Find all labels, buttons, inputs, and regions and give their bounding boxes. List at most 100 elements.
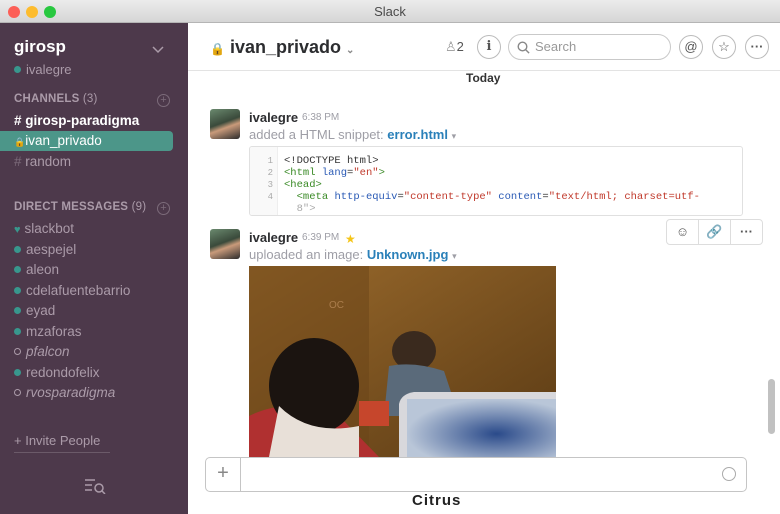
direct-messages-heading[interactable]: DIRECT MESSAGES (9) — [14, 201, 146, 213]
avatar[interactable] — [210, 109, 240, 139]
channel-title-text: ivan_privado — [229, 37, 342, 57]
team-name[interactable]: girosp — [14, 37, 66, 57]
online-status-icon — [14, 369, 21, 376]
code-content: <!DOCTYPE html> <html lang="en"> <head> … — [284, 155, 700, 215]
person-icon: ♙ — [445, 39, 457, 54]
dm-label: redondofelix — [26, 365, 100, 380]
invite-people-button[interactable]: + Invite People — [14, 433, 110, 453]
scrollbar[interactable] — [768, 379, 775, 434]
window-title: Slack — [374, 4, 406, 19]
message-text: added a HTML snippet: error.html ▾ — [249, 127, 456, 142]
add-dm-icon[interactable]: + — [157, 202, 170, 215]
add-reaction-icon[interactable]: ☺ — [667, 220, 699, 244]
line-numbers: 1 2 3 4 — [250, 147, 278, 215]
dm-item-eyad[interactable]: eyad — [14, 301, 55, 321]
dm-item-rvosparadigma[interactable]: rvosparadigma — [14, 383, 115, 403]
channel-header: 🔒 ivan_privado ⌄ ♙2 i Search @ ☆ ··· — [188, 23, 780, 71]
star-icon[interactable]: ☆ — [712, 35, 736, 59]
channel-title[interactable]: 🔒 ivan_privado ⌄ — [210, 37, 354, 58]
channels-heading[interactable]: CHANNELS (3) — [14, 93, 98, 105]
message-input[interactable]: + — [205, 457, 747, 492]
dm-label: slackbot — [24, 221, 75, 236]
code-snippet[interactable]: 1 2 3 4 <!DOCTYPE html> <html lang="en"> <h… — [249, 146, 743, 216]
member-count-button[interactable]: ♙2 — [445, 39, 464, 55]
away-status-icon — [14, 389, 21, 396]
channel-label: girosp-paradigma — [25, 113, 140, 128]
link-icon[interactable]: 🔗 — [699, 220, 731, 244]
away-status-icon — [14, 348, 21, 355]
channels-count: (3) — [82, 93, 98, 105]
lock-icon: 🔒 — [14, 137, 26, 147]
line-number: 1 — [267, 156, 273, 166]
caret-down-icon[interactable]: ▾ — [452, 131, 457, 141]
zoom-window-button[interactable] — [44, 6, 56, 18]
lock-icon: 🔒 — [210, 42, 225, 56]
current-user-name: ivalegre — [26, 62, 72, 77]
file-link[interactable]: Unknown.jpg — [367, 247, 449, 262]
channel-label: ivan_privado — [25, 133, 102, 148]
sidebar-item-ivan-privado[interactable]: 🔒ivan_privado — [0, 131, 173, 151]
more-icon[interactable]: ··· — [745, 35, 769, 59]
line-number: 4 — [267, 192, 273, 202]
dm-item-slackbot[interactable]: ♥ slackbot — [14, 219, 74, 239]
channels-heading-label: CHANNELS — [14, 93, 80, 105]
minimize-window-button[interactable] — [26, 6, 38, 18]
dm-label: pfalcon — [26, 344, 70, 359]
search-placeholder: Search — [535, 39, 577, 54]
online-status-icon — [14, 266, 21, 273]
message-action: added a HTML snippet: — [249, 127, 384, 142]
message-text: uploaded an image: Unknown.jpg ▾ — [249, 247, 457, 262]
chevron-down-icon[interactable] — [152, 43, 164, 55]
message-author[interactable]: ivalegre — [249, 110, 298, 125]
main-pane: 🔒 ivan_privado ⌄ ♙2 i Search @ ☆ ··· Tod… — [188, 23, 780, 514]
mentions-icon[interactable]: @ — [679, 35, 703, 59]
dm-label: aleon — [26, 262, 60, 277]
day-divider: Today — [454, 71, 513, 85]
dm-item-pfalcon[interactable]: pfalcon — [14, 342, 70, 362]
search-icon — [517, 41, 530, 54]
dm-label: mzaforas — [26, 324, 82, 339]
message-author[interactable]: ivalegre — [249, 230, 298, 245]
online-status-icon — [14, 246, 21, 253]
dm-label: cdelafuentebarrio — [26, 283, 131, 298]
sidebar-item-random[interactable]: # random — [14, 152, 71, 172]
message-actions-bar: ☺ 🔗 ··· — [666, 219, 763, 245]
online-status-icon — [14, 328, 21, 335]
more-actions-icon[interactable]: ··· — [731, 220, 762, 244]
chevron-down-icon: ⌄ — [346, 45, 355, 56]
online-status-icon — [14, 287, 21, 294]
online-status-icon — [14, 66, 21, 73]
quick-switcher-icon[interactable] — [84, 478, 106, 494]
info-icon[interactable]: i — [477, 35, 501, 59]
message-timestamp[interactable]: 6:39 PM — [302, 232, 339, 243]
line-number: 2 — [267, 168, 273, 178]
caret-down-icon[interactable]: ▾ — [452, 251, 457, 261]
hash-icon: # — [14, 113, 22, 128]
avatar[interactable] — [210, 229, 240, 259]
dm-item-mzaforas[interactable]: mzaforas — [14, 322, 82, 342]
sidebar-item-girosp-paradigma[interactable]: # girosp-paradigma — [14, 111, 139, 131]
dm-item-aleon[interactable]: aleon — [14, 260, 59, 280]
message-timestamp[interactable]: 6:38 PM — [302, 112, 339, 123]
dm-item-redondofelix[interactable]: redondofelix — [14, 363, 100, 383]
member-count: 2 — [456, 39, 464, 54]
dm-label: aespejel — [26, 242, 77, 257]
file-link[interactable]: error.html — [387, 127, 448, 142]
line-number: 3 — [267, 180, 273, 190]
add-channel-icon[interactable]: + — [157, 94, 170, 107]
online-status-icon — [14, 307, 21, 314]
dm-item-aespejel[interactable]: aespejel — [14, 240, 76, 260]
photo-content: OC — [249, 266, 556, 457]
search-input[interactable]: Search — [508, 34, 671, 60]
emoji-icon[interactable] — [722, 467, 736, 481]
attach-plus-icon[interactable]: + — [206, 458, 241, 491]
hash-icon: # — [14, 154, 22, 169]
current-user[interactable]: ivalegre — [14, 62, 72, 77]
close-window-button[interactable] — [8, 6, 20, 18]
starred-icon[interactable]: ★ — [345, 232, 356, 246]
message-action: uploaded an image: — [249, 247, 364, 262]
dm-label: eyad — [26, 303, 56, 318]
uploaded-image[interactable]: OC — [249, 266, 556, 457]
sidebar: girosp ivalegre CHANNELS (3) + # girosp-… — [0, 23, 188, 514]
dm-item-cdelafuentebarrio[interactable]: cdelafuentebarrio — [14, 281, 130, 301]
